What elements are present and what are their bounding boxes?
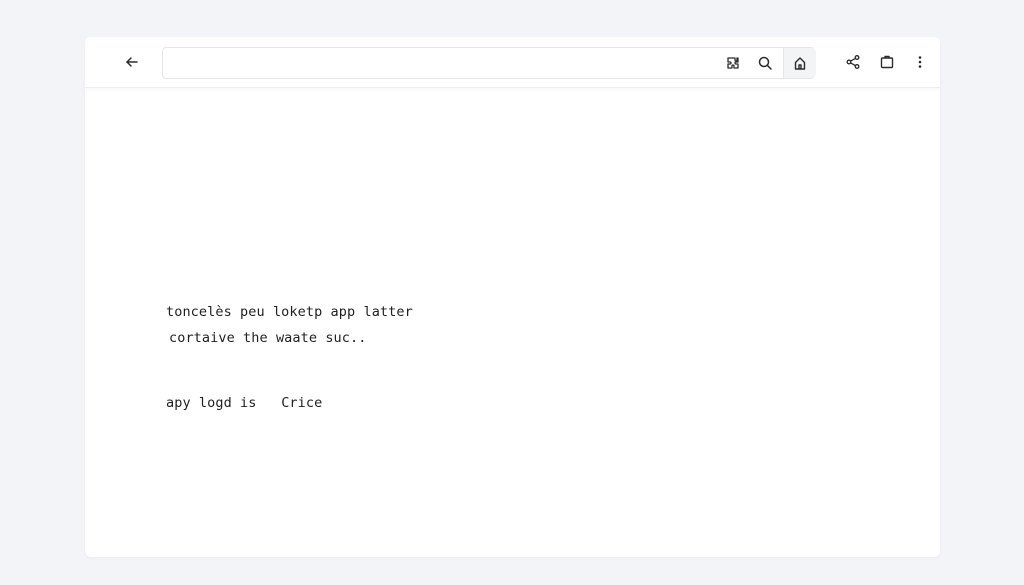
tabs-icon xyxy=(879,54,895,70)
address-bar[interactable] xyxy=(162,47,816,79)
address-input[interactable] xyxy=(171,52,715,76)
tabs-button[interactable] xyxy=(873,48,901,76)
back-button[interactable] xyxy=(118,48,146,76)
search-button[interactable] xyxy=(751,49,779,77)
home-button[interactable] xyxy=(783,48,816,78)
content-line-2: cortaive the waate suc.. xyxy=(169,330,367,346)
share-icon xyxy=(845,54,861,70)
content-line-3: apy logd is Crice xyxy=(166,395,322,411)
search-icon xyxy=(757,55,773,71)
more-menu-button[interactable] xyxy=(906,48,934,76)
browser-window: toncelès peu loketp app latter cortaive … xyxy=(85,37,940,557)
content-line-1: toncelès peu loketp app latter xyxy=(166,304,413,320)
content-line-3-text: apy logd is xyxy=(166,395,257,411)
puzzle-icon xyxy=(725,55,741,71)
more-vertical-icon xyxy=(912,54,928,70)
arrow-left-icon xyxy=(124,54,140,70)
content-line-3-link[interactable]: Crice xyxy=(281,395,322,411)
extensions-button[interactable] xyxy=(719,49,747,77)
home-icon xyxy=(792,55,808,71)
browser-toolbar xyxy=(85,37,940,88)
page-content: toncelès peu loketp app latter cortaive … xyxy=(85,88,940,557)
share-button[interactable] xyxy=(839,48,867,76)
